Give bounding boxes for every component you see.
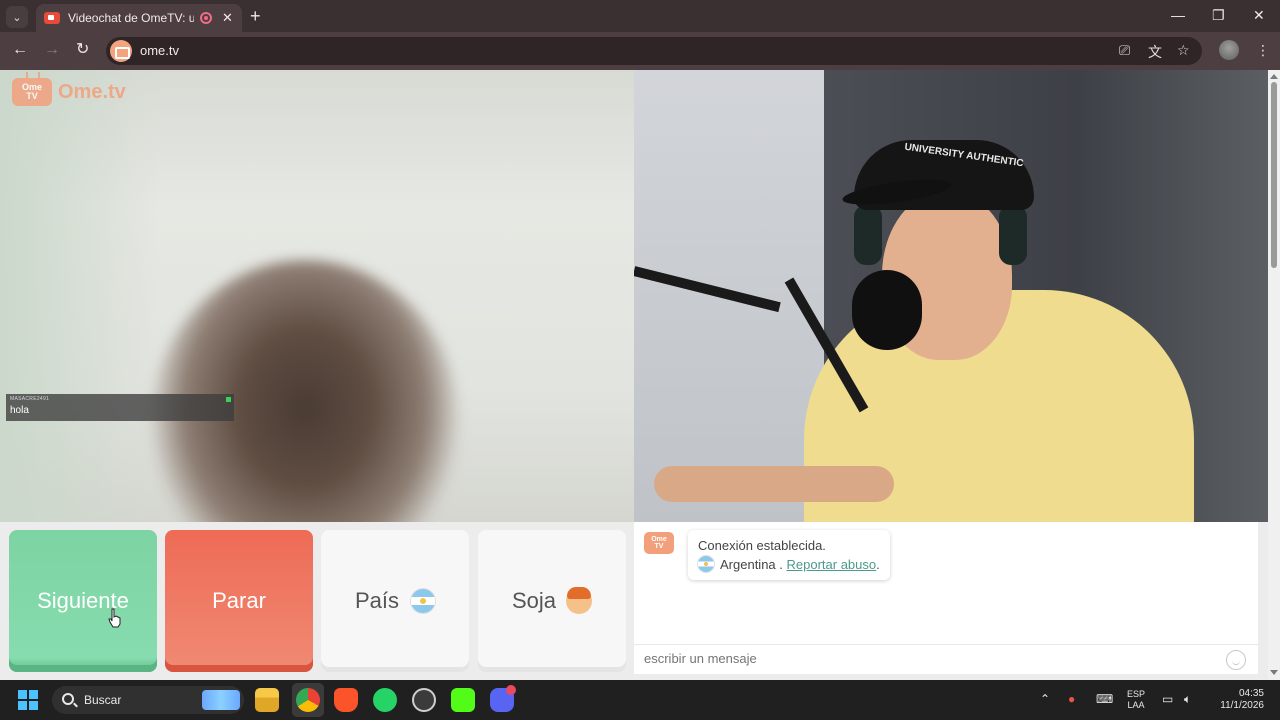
reload-icon[interactable]: ↻: [76, 41, 89, 59]
stranger-username: MASACRE2491: [10, 396, 50, 402]
volume-icon[interactable]: 🔈︎: [1184, 692, 1191, 707]
headphone-right: [999, 205, 1027, 265]
system-message-bubble: Conexión establecida. Argentina . Report…: [688, 530, 890, 580]
maximize-window-button[interactable]: ❐: [1212, 7, 1225, 24]
back-arrow-icon[interactable]: ←: [12, 41, 28, 59]
language-indicator[interactable]: ESP LAA: [1127, 689, 1145, 711]
install-app-icon[interactable]: ⎚: [1119, 42, 1130, 59]
stranger-country: Argentina: [720, 557, 776, 572]
country-filter-button[interactable]: País: [321, 530, 469, 672]
stop-button[interactable]: Parar: [165, 530, 313, 672]
bookmark-star-icon[interactable]: ☆: [1177, 42, 1190, 59]
recording-indicator-icon: [200, 12, 212, 24]
microphone-in-use-icon[interactable]: ●: [1068, 692, 1075, 706]
scrollbar-thumb[interactable]: [1271, 82, 1277, 268]
windows-start-icon[interactable]: [18, 690, 38, 710]
profile-avatar[interactable]: [1219, 40, 1239, 60]
chat-input-row: [634, 644, 1258, 674]
chrome-icon[interactable]: [296, 688, 320, 712]
country-separator: .: [775, 557, 787, 572]
ometv-logo-badge: Ome TV: [12, 78, 52, 106]
kick-icon[interactable]: [451, 688, 475, 712]
stranger-video: Ome TV Ome.tv MASACRE2491 hola: [0, 70, 634, 522]
search-icon: [62, 693, 74, 705]
tab-search-chevron-icon[interactable]: ⌄: [6, 6, 28, 28]
keyboard-layout: LAA: [1127, 700, 1145, 710]
gender-filter-button[interactable]: Soja: [478, 530, 626, 672]
chat-controls: Siguiente Parar País Soja: [0, 522, 634, 680]
discord-notification-badge: [506, 685, 516, 695]
chat-ometv-logo-icon: Ome TV: [644, 532, 674, 554]
keyboard-icon[interactable]: ⌨: [1096, 692, 1113, 706]
translate-icon[interactable]: 文: [1148, 42, 1162, 62]
connection-status-text: Conexión establecida.: [698, 538, 826, 553]
taskbar-search-text: Buscar: [84, 693, 122, 707]
next-button[interactable]: Siguiente: [9, 530, 157, 672]
file-explorer-icon[interactable]: [255, 688, 279, 712]
show-hidden-icons-icon[interactable]: ⌃: [1040, 692, 1050, 706]
chat-logo-top: Ome: [651, 536, 667, 543]
close-window-button[interactable]: ✕: [1253, 7, 1265, 24]
chat-message-input[interactable]: [644, 651, 1214, 666]
language-code: ESP: [1127, 689, 1146, 699]
gender-button-label: Soja: [511, 588, 557, 613]
tab-close-icon[interactable]: ✕: [222, 10, 233, 26]
ometv-logo: Ome TV Ome.tv: [12, 78, 126, 106]
overlay-close-icon[interactable]: [226, 397, 231, 402]
obs-icon[interactable]: [412, 688, 436, 712]
address-bar[interactable]: ome.tv: [106, 37, 1202, 65]
ometv-favicon-icon: [44, 12, 60, 24]
chat-panel: Ome TV Conexión establecida. Argentina .…: [634, 522, 1258, 674]
own-webcam-video: UNIVERSITY AUTHENTIC: [634, 70, 1268, 522]
page-scrollbar[interactable]: [1268, 70, 1280, 680]
emoji-picker-icon[interactable]: [1226, 650, 1246, 670]
hand-cursor-icon: [108, 608, 121, 628]
ometv-page: Ome TV Ome.tv MASACRE2491 hola UNIVERSIT…: [0, 70, 1268, 680]
clock-time: 04:35: [1238, 688, 1264, 699]
browser-tab-ometv[interactable]: Videochat de OmeTV: una a ✕: [36, 4, 242, 32]
url-text: ome.tv: [140, 43, 180, 58]
trailing-period: .: [876, 557, 880, 572]
argentina-flag-small-icon: [698, 556, 714, 572]
taskbar-search[interactable]: Buscar: [52, 686, 244, 714]
logo-badge-bottom: TV: [26, 91, 38, 101]
argentina-flag-icon: [411, 589, 436, 613]
browser-toolbar: ← → ↻ ome.tv ⎚ 文 ☆ ⋮: [0, 32, 1280, 70]
stranger-country-line: Argentina . Reportar abuso.: [698, 555, 880, 574]
chat-logo-bottom: TV: [654, 543, 664, 550]
webcam-arm: [654, 466, 894, 502]
network-icon[interactable]: ▭: [1162, 692, 1173, 706]
whatsapp-icon[interactable]: [373, 688, 397, 712]
stranger-message: hola: [10, 405, 29, 416]
brave-icon[interactable]: [334, 688, 358, 712]
search-highlight-icon: [202, 690, 240, 710]
stranger-message-overlay: MASACRE2491 hola: [6, 394, 234, 421]
taskbar-clock[interactable]: 04:35 11/1/2026: [1208, 688, 1264, 712]
stranger-video-background: [0, 70, 160, 522]
report-abuse-link[interactable]: Reportar abuso: [787, 557, 877, 572]
stop-button-label: Parar: [212, 588, 266, 613]
headphone-left: [854, 205, 882, 265]
clock-date: 11/1/2026: [1220, 700, 1264, 711]
new-tab-button[interactable]: +: [250, 6, 261, 26]
site-info-icon[interactable]: [110, 40, 132, 62]
webcam-microphone: [852, 270, 922, 350]
stranger-blurred-face: [150, 260, 460, 522]
tab-title: Videochat de OmeTV: una a: [68, 11, 194, 25]
ometv-logo-text: Ome.tv: [58, 80, 126, 103]
browser-tab-strip: ⌄ Videochat de OmeTV: una a ✕ + — ❐ ✕: [0, 0, 1280, 32]
country-button-label: País: [354, 588, 400, 613]
windows-taskbar: Buscar ⌃ ● ⌨ ESP LAA ▭ 🔈︎ 04:35 11/1/202…: [0, 680, 1280, 720]
boy-emoji-icon: [566, 587, 593, 614]
forward-arrow-icon[interactable]: →: [44, 41, 60, 59]
scroll-up-arrow-icon[interactable]: [1270, 74, 1278, 79]
browser-menu-icon[interactable]: ⋮: [1256, 42, 1270, 59]
minimize-window-button[interactable]: —: [1171, 7, 1185, 23]
scroll-down-arrow-icon[interactable]: [1270, 670, 1278, 675]
